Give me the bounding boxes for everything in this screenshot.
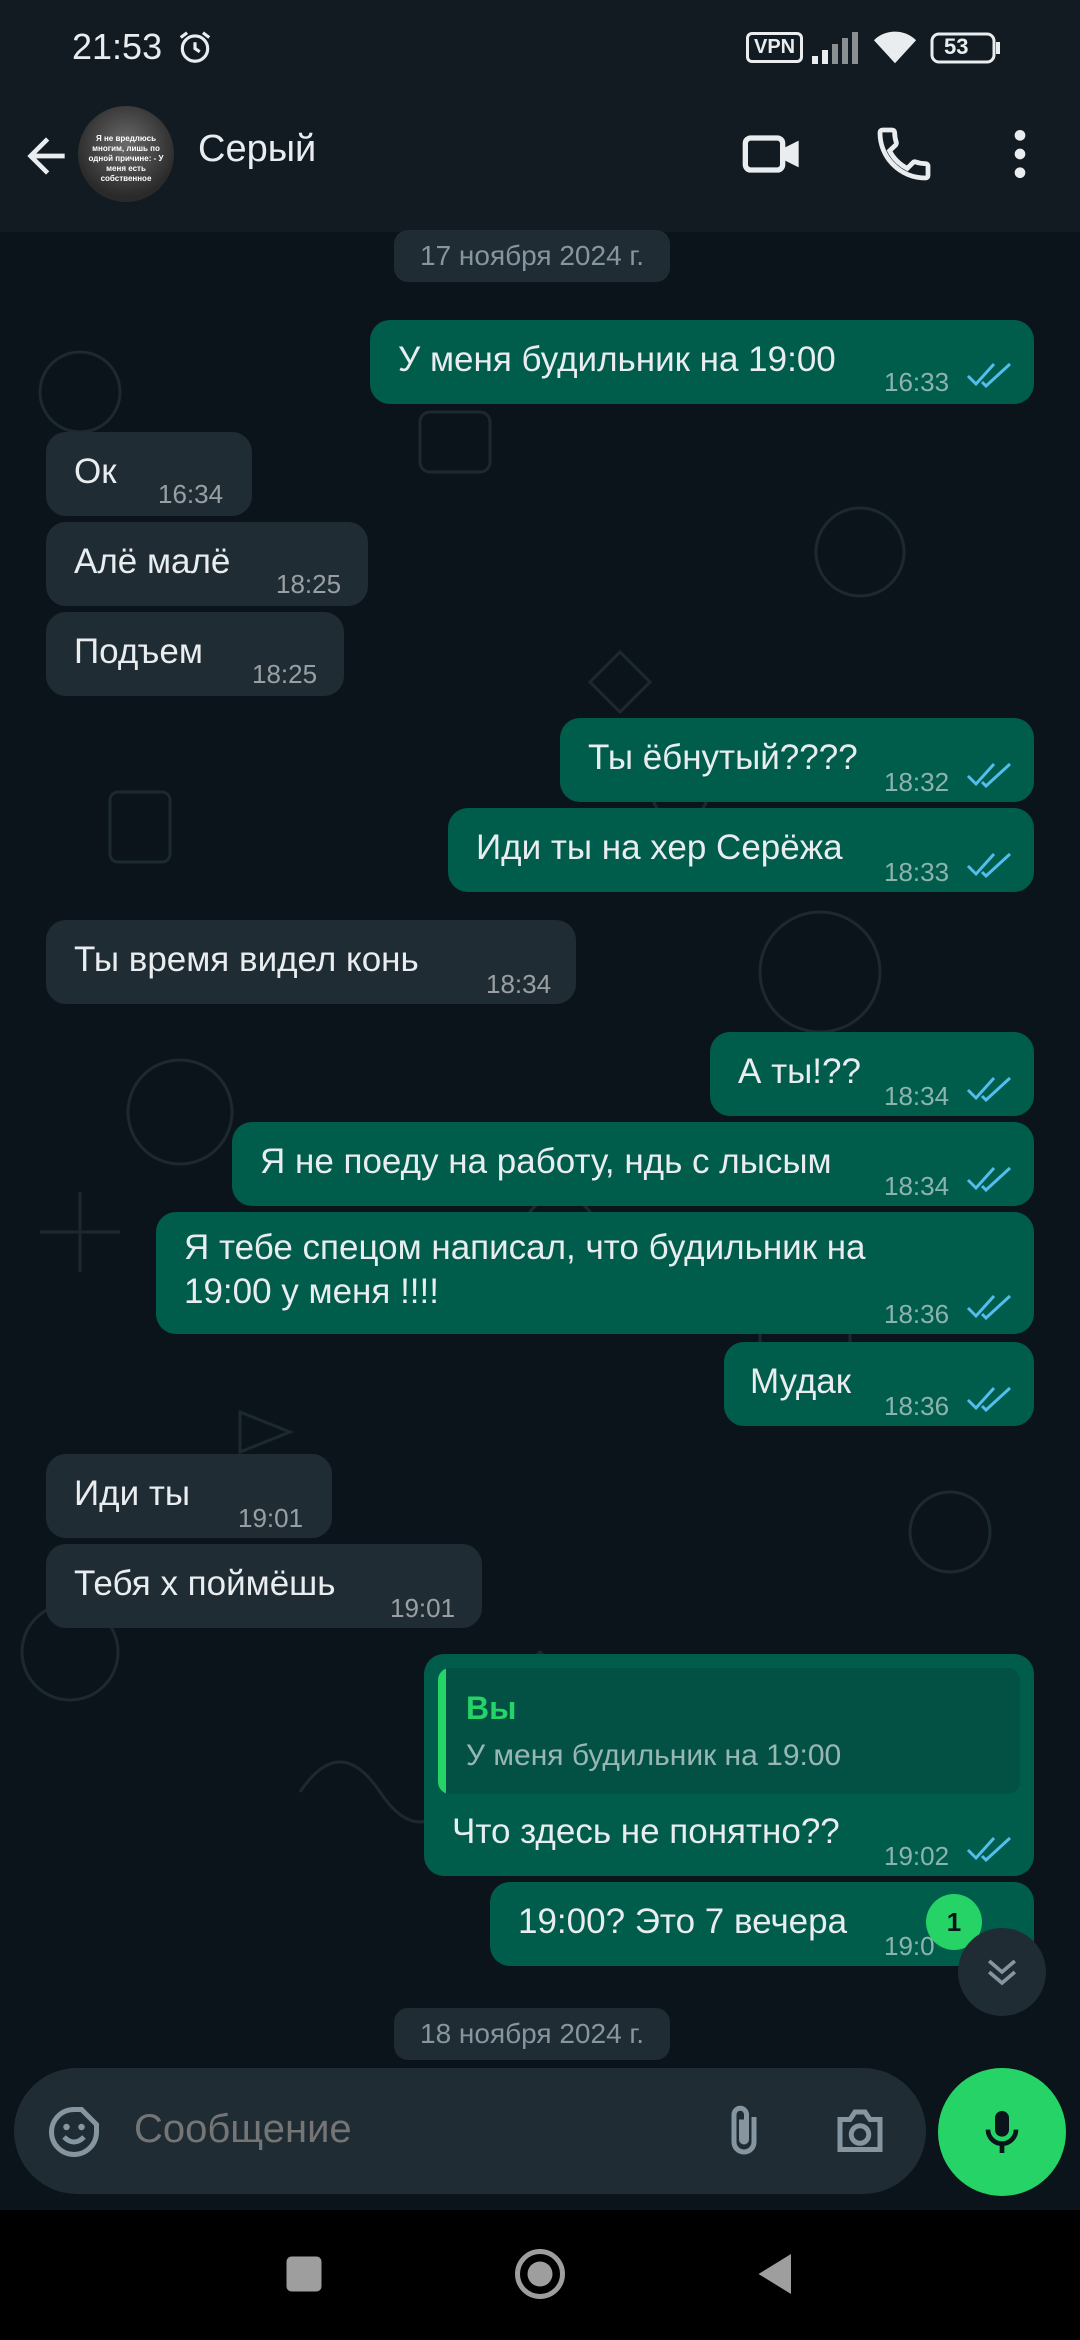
battery-indicator: 53 (930, 30, 1002, 66)
message-incoming[interactable]: Тебя х поймёшь 19:01 (46, 1544, 482, 1628)
chevron-double-down-icon (987, 1959, 1017, 1986)
message-incoming[interactable]: Ок 16:34 (46, 432, 252, 516)
back-nav-icon[interactable] (746, 2244, 806, 2304)
message-outgoing[interactable]: А ты!?? 18:34 (710, 1032, 1034, 1116)
message-text: Иди ты на хер Серёжа (476, 828, 843, 867)
message-text: Я тебе спецом написал, что будильник на (184, 1228, 866, 1267)
message-outgoing-reply[interactable]: Вы У меня будильник на 19:00 Что здесь н… (424, 1654, 1034, 1876)
message-incoming[interactable]: Алё малё 18:25 (46, 522, 368, 606)
message-time: 16:34 (158, 479, 224, 509)
battery-level: 53 (944, 34, 969, 59)
message-time: 19:02 (884, 1841, 950, 1871)
double-check-icon (966, 1836, 1012, 1862)
message-outgoing[interactable]: Я тебе спецом написал, что будильник на … (156, 1212, 1034, 1334)
mic-icon (985, 2111, 1019, 2153)
message-text: У меня будильник на 19:00 (398, 340, 836, 379)
more-vert-icon[interactable] (988, 122, 1052, 186)
message-time: 18:25 (252, 659, 318, 689)
camera-icon[interactable] (830, 2102, 890, 2162)
message-text: Ты ёбнутый???? (588, 738, 858, 777)
system-nav-bar (0, 2210, 1080, 2340)
message-outgoing[interactable]: Иди ты на хер Серёжа 18:33 (448, 808, 1034, 892)
date-separator: 17 ноября 2024 г. (394, 230, 670, 282)
message-text: 19:00? Это 7 вечера (518, 1902, 848, 1941)
quoted-message[interactable]: Вы У меня будильник на 19:00 (438, 1668, 1020, 1794)
phone-icon[interactable] (872, 122, 936, 186)
message-outgoing[interactable]: Ты ёбнутый???? 18:32 (560, 718, 1034, 802)
message-text: Алё малё (74, 542, 231, 581)
message-composer (14, 2068, 926, 2194)
video-call-icon[interactable] (740, 122, 804, 186)
message-incoming[interactable]: Ты время видел конь 18:34 (46, 920, 576, 1004)
quoted-text: У меня будильник на 19:00 (466, 1739, 842, 1772)
message-time: 18:32 (884, 767, 950, 797)
message-time: 18:33 (884, 857, 950, 887)
double-check-icon (966, 852, 1012, 878)
message-text: Тебя х поймёшь (74, 1564, 336, 1603)
message-time: 18:25 (276, 569, 342, 599)
message-text: Иди ты (74, 1474, 191, 1513)
double-check-icon (966, 762, 1012, 788)
message-text: Мудак (750, 1362, 852, 1401)
quote-bar (438, 1668, 446, 1794)
double-check-icon (966, 1294, 1012, 1320)
message-incoming[interactable]: Подъем 18:25 (46, 612, 344, 696)
quoted-author: Вы (466, 1690, 517, 1726)
sticker-icon[interactable] (44, 2102, 104, 2162)
date-separator: 18 ноября 2024 г. (394, 2008, 670, 2060)
message-text-line2: 19:00 у меня !!!! (184, 1272, 439, 1311)
status-time: 21:53 (72, 26, 163, 67)
message-outgoing[interactable]: Мудак 18:36 (724, 1342, 1034, 1426)
double-check-icon (966, 1386, 1012, 1412)
message-time: 19:01 (238, 1503, 304, 1533)
message-input[interactable] (132, 2106, 696, 2153)
message-time: 18:34 (884, 1081, 950, 1111)
double-check-icon (966, 1166, 1012, 1192)
message-time: 18:36 (884, 1391, 950, 1421)
message-time: 18:34 (486, 969, 552, 999)
message-text: Ты время видел конь (74, 940, 419, 979)
double-check-icon (966, 1076, 1012, 1102)
message-outgoing[interactable]: У меня будильник на 19:00 16:33 (370, 320, 1034, 404)
status-bar: 21:53 VPN 53 (0, 0, 1080, 100)
message-text: Подъем (74, 632, 203, 671)
double-check-icon (966, 362, 1012, 388)
signal-icon (812, 32, 858, 64)
message-text: А ты!?? (738, 1052, 861, 1091)
message-outgoing[interactable]: Я не поеду на работу, ндь с лысым 18:34 (232, 1122, 1034, 1206)
message-text: Ок (74, 452, 117, 491)
message-incoming[interactable]: Иди ты 19:01 (46, 1454, 332, 1538)
message-text: Я не поеду на работу, ндь с лысым (260, 1142, 832, 1181)
back-arrow-icon[interactable] (18, 128, 74, 184)
alarm-icon (179, 31, 211, 63)
scroll-to-bottom-button[interactable] (958, 1928, 1046, 2016)
wifi-icon (873, 31, 917, 64)
avatar-caption: Я не вредлюсь многим, лишь по одной прич… (88, 134, 164, 183)
message-time: 19:01 (390, 1593, 456, 1623)
message-time: 16:33 (884, 367, 950, 397)
message-time: 18:36 (884, 1299, 950, 1329)
contact-name[interactable]: Серый (198, 128, 316, 171)
home-icon[interactable] (510, 2244, 570, 2304)
avatar[interactable]: Я не вредлюсь многим, лишь по одной прич… (78, 106, 174, 202)
vpn-badge: VPN (746, 32, 804, 63)
message-time: 18:34 (884, 1171, 950, 1201)
attach-icon[interactable] (714, 2102, 774, 2162)
message-text: Что здесь не понятно?? (452, 1812, 840, 1851)
recents-icon[interactable] (274, 2244, 334, 2304)
voice-message-button[interactable] (938, 2068, 1066, 2196)
